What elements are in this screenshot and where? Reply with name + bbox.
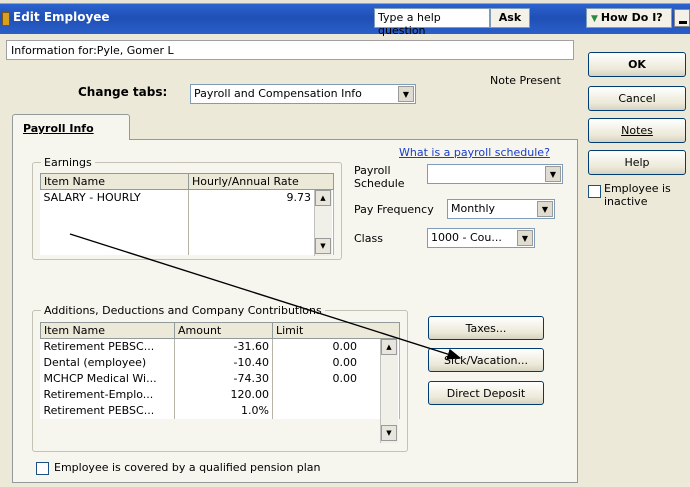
earnings-rate[interactable]: 9.73 bbox=[188, 189, 334, 206]
scroll-down-icon[interactable]: ▼ bbox=[315, 238, 331, 254]
class-label: Class bbox=[354, 232, 383, 245]
addition-item-name[interactable]: Retirement-Emplo... bbox=[40, 386, 175, 403]
chevron-down-icon[interactable]: ▼ bbox=[545, 166, 561, 182]
earnings-legend: Earnings bbox=[41, 156, 95, 169]
change-tabs-label: Change tabs: bbox=[78, 85, 168, 99]
employee-inactive-label: Employee is inactive bbox=[604, 182, 671, 208]
change-tabs-dropdown[interactable]: Payroll and Compensation Info ▼ bbox=[190, 84, 416, 104]
addition-amount[interactable]: -10.40 bbox=[174, 354, 273, 371]
tab-payroll-info[interactable]: Payroll Info bbox=[12, 114, 130, 140]
payroll-schedule-label-line1: Payroll bbox=[354, 164, 391, 177]
pension-plan-label: Employee is covered by a qualified pensi… bbox=[54, 461, 321, 474]
earnings-item-name[interactable]: SALARY - HOURLY bbox=[40, 189, 189, 206]
tab-payroll-info-label: Payroll Info bbox=[23, 122, 94, 135]
note-present-label: Note Present bbox=[490, 74, 561, 87]
chevron-down-icon[interactable]: ▼ bbox=[517, 230, 533, 246]
scroll-up-icon[interactable]: ▲ bbox=[381, 339, 397, 355]
triangle-down-icon: ▼ bbox=[591, 14, 598, 24]
additions-legend: Additions, Deductions and Company Contri… bbox=[41, 304, 325, 317]
addition-amount[interactable]: -74.30 bbox=[174, 370, 273, 387]
pay-frequency-label: Pay Frequency bbox=[354, 203, 434, 216]
addition-item-name[interactable]: MCHCP Medical Wi... bbox=[40, 370, 175, 387]
payroll-schedule-help-link[interactable]: What is a payroll schedule? bbox=[399, 146, 550, 159]
additions-col-item: Item Name bbox=[40, 322, 175, 339]
direct-deposit-button[interactable]: Direct Deposit bbox=[428, 381, 544, 405]
additions-col-amount: Amount bbox=[174, 322, 273, 339]
help-search-input[interactable]: Type a help question bbox=[374, 8, 490, 37]
class-value: 1000 - Cou... bbox=[431, 231, 502, 244]
addition-item-name[interactable]: Retirement PEBSC... bbox=[40, 402, 175, 419]
earnings-col-rate: Hourly/Annual Rate bbox=[188, 173, 334, 190]
class-dropdown[interactable]: 1000 - Cou... ▼ bbox=[427, 228, 535, 248]
minimize-icon bbox=[679, 21, 687, 24]
table-row[interactable]: Dental (employee) -10.40 0.00 bbox=[40, 354, 400, 371]
cancel-button[interactable]: Cancel bbox=[588, 86, 686, 111]
how-do-i-button[interactable]: ▼ How Do I? bbox=[586, 8, 672, 28]
information-for-field: Information for:Pyle, Gomer L bbox=[6, 40, 574, 60]
ask-button[interactable]: Ask bbox=[490, 8, 530, 28]
table-row[interactable]: Retirement-Emplo... 120.00 bbox=[40, 386, 400, 403]
payroll-schedule-label-line2: Schedule bbox=[354, 177, 405, 190]
pension-plan-checkbox[interactable] bbox=[36, 462, 49, 475]
additions-scrollbar[interactable]: ▲ ▼ bbox=[380, 339, 398, 443]
addition-item-name[interactable]: Retirement PEBSC... bbox=[40, 338, 175, 355]
taxes-button[interactable]: Taxes... bbox=[428, 316, 544, 340]
pay-frequency-value: Monthly bbox=[451, 202, 496, 215]
addition-amount[interactable]: -31.60 bbox=[174, 338, 273, 355]
change-tabs-value: Payroll and Compensation Info bbox=[194, 87, 362, 100]
notes-button[interactable]: Notes bbox=[588, 118, 686, 143]
addition-amount[interactable]: 120.00 bbox=[174, 386, 273, 403]
employee-inactive-checkbox[interactable] bbox=[588, 185, 601, 198]
minimize-button[interactable] bbox=[674, 9, 690, 27]
help-button[interactable]: Help bbox=[588, 150, 686, 175]
table-row[interactable]: MCHCP Medical Wi... -74.30 0.00 bbox=[40, 370, 400, 387]
table-row[interactable]: Retirement PEBSC... -31.60 0.00 bbox=[40, 338, 400, 355]
chevron-down-icon[interactable]: ▼ bbox=[398, 86, 414, 102]
payroll-schedule-dropdown[interactable]: ▼ bbox=[427, 164, 563, 184]
addition-item-name[interactable]: Dental (employee) bbox=[40, 354, 175, 371]
earnings-table: Item Name Hourly/Annual Rate SALARY - HO… bbox=[40, 173, 334, 255]
how-do-i-label: How Do I? bbox=[600, 11, 663, 24]
ok-button[interactable]: OK bbox=[588, 52, 686, 77]
window-title: Edit Employee bbox=[13, 10, 110, 24]
earnings-col-item: Item Name bbox=[40, 173, 189, 190]
scroll-down-icon[interactable]: ▼ bbox=[381, 425, 397, 441]
pay-frequency-dropdown[interactable]: Monthly ▼ bbox=[447, 199, 555, 219]
app-icon bbox=[2, 12, 10, 26]
table-row[interactable]: SALARY - HOURLY 9.73 bbox=[40, 189, 334, 206]
additions-col-limit: Limit bbox=[272, 322, 400, 339]
chevron-down-icon[interactable]: ▼ bbox=[537, 201, 553, 217]
addition-amount[interactable]: 1.0% bbox=[174, 402, 273, 419]
scroll-up-icon[interactable]: ▲ bbox=[315, 190, 331, 206]
additions-table: Item Name Amount Limit Retirement PEBSC.… bbox=[40, 322, 400, 419]
earnings-scrollbar[interactable]: ▲ ▼ bbox=[314, 190, 332, 256]
sick-vacation-button[interactable]: Sick/Vacation... bbox=[428, 348, 544, 372]
table-row[interactable]: Retirement PEBSC... 1.0% bbox=[40, 402, 400, 419]
